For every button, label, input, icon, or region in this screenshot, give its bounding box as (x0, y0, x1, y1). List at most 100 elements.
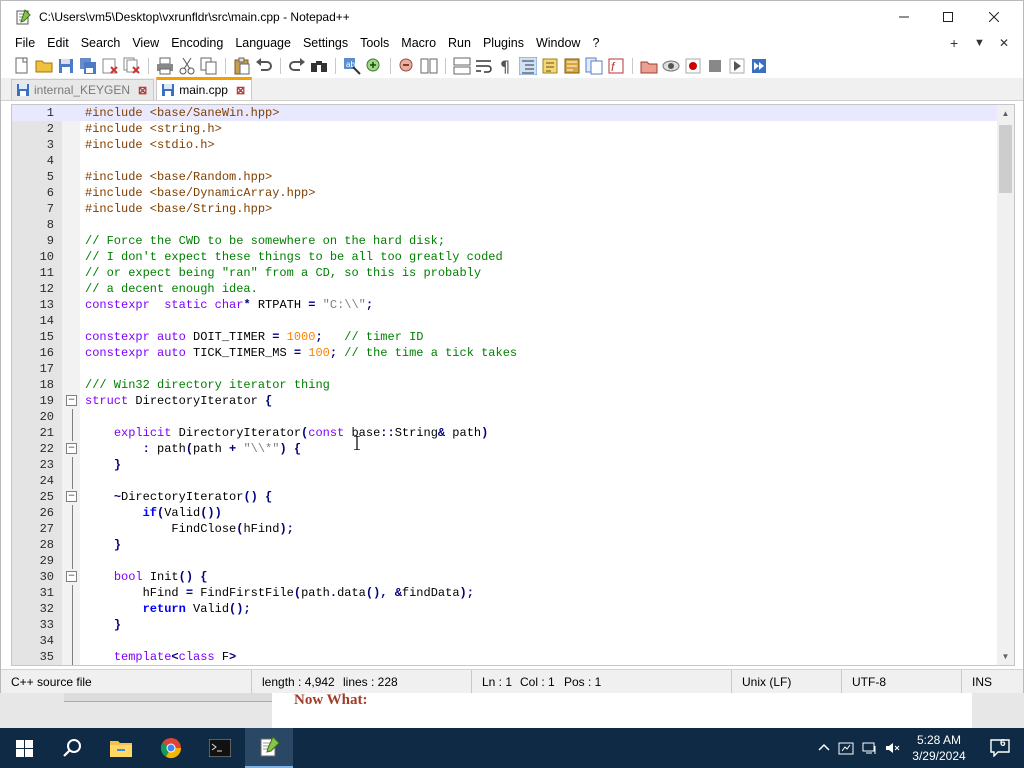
close-tab-icon[interactable]: ⊠ (236, 84, 245, 97)
record-macro-button[interactable] (662, 57, 680, 75)
close-all-button[interactable] (123, 57, 141, 75)
security-tray-icon[interactable] (838, 740, 854, 756)
terminal-button[interactable] (196, 728, 244, 768)
show-hidden-icons-icon[interactable] (816, 740, 832, 756)
code-line[interactable]: 16 constexpr auto TICK_TIMER_MS = 100; //… (12, 345, 998, 361)
code-line[interactable]: 4 (12, 153, 998, 169)
menu-window[interactable]: Window (530, 32, 586, 54)
monitoring-button[interactable] (640, 57, 658, 75)
code-line[interactable]: 23 } (12, 457, 998, 473)
menu-view[interactable]: View (126, 32, 165, 54)
tab-list-dropdown-button[interactable]: ▼ (974, 32, 985, 54)
scrollbar-thumb[interactable] (999, 125, 1012, 193)
folder-workspace-button[interactable]: f (607, 57, 625, 75)
code-line[interactable]: 30 − bool Init() { (12, 569, 998, 585)
code-line[interactable]: 20 (12, 409, 998, 425)
redo-button[interactable] (288, 57, 306, 75)
fold-toggle-icon[interactable]: − (66, 395, 77, 406)
tab-internal-keygen[interactable]: internal_KEYGEN ⊠ (11, 79, 155, 100)
file-explorer-button[interactable] (97, 728, 145, 768)
vertical-scrollbar[interactable]: ▲ ▼ (997, 105, 1014, 665)
menu-plugins[interactable]: Plugins (477, 32, 530, 54)
code-line[interactable]: 25 − ~DirectoryIterator() { (12, 489, 998, 505)
code-line[interactable]: 8 (12, 217, 998, 233)
code-line[interactable]: 5 #include <base/Random.hpp> (12, 169, 998, 185)
status-col[interactable]: Col : 1 (510, 670, 555, 694)
code-line[interactable]: 14 (12, 313, 998, 329)
code-line[interactable]: 27 FindClose(hFind); (12, 521, 998, 537)
cut-button[interactable] (178, 57, 196, 75)
status-encoding[interactable]: UTF-8 (841, 670, 886, 694)
code-line[interactable]: 24 (12, 473, 998, 489)
code-line[interactable]: 2 #include <string.h> (12, 121, 998, 137)
code-line[interactable]: 11 // or expect being "ran" from a CD, so… (12, 265, 998, 281)
code-line[interactable]: 18 /// Win32 directory iterator thing (12, 377, 998, 393)
menu-macro[interactable]: Macro (395, 32, 442, 54)
close-window-button[interactable] (971, 1, 1017, 32)
menu-run[interactable]: Run (442, 32, 477, 54)
fold-toggle-icon[interactable]: − (66, 571, 77, 582)
code-line[interactable]: 26 if(Valid()) (12, 505, 998, 521)
code-line[interactable]: 7 #include <base/String.hpp> (12, 201, 998, 217)
zoom-in-button[interactable] (365, 57, 383, 75)
start-button[interactable] (0, 728, 48, 768)
code-line[interactable]: 33 } (12, 617, 998, 633)
code-line[interactable]: 29 (12, 553, 998, 569)
scroll-up-icon[interactable]: ▲ (997, 105, 1014, 122)
show-all-chars-button[interactable]: ¶ (497, 57, 515, 75)
code-line[interactable]: 17 (12, 361, 998, 377)
save-button[interactable] (57, 57, 75, 75)
close-tab-icon[interactable]: ⊠ (138, 84, 147, 97)
new-file-button[interactable] (13, 57, 31, 75)
status-eol[interactable]: Unix (LF) (731, 670, 791, 694)
close-button[interactable] (101, 57, 119, 75)
open-file-button[interactable] (35, 57, 53, 75)
menu-search[interactable]: Search (75, 32, 127, 54)
zoom-out-button[interactable] (398, 57, 416, 75)
menu-tools[interactable]: Tools (354, 32, 395, 54)
replace-button[interactable]: ab (343, 57, 361, 75)
code-line[interactable]: 19 − struct DirectoryIterator { (12, 393, 998, 409)
volume-muted-icon[interactable] (884, 740, 900, 756)
paste-button[interactable] (233, 57, 251, 75)
sync-horizontal-button[interactable] (453, 57, 471, 75)
code-line[interactable]: 9 // Force the CWD to be somewhere on the… (12, 233, 998, 249)
status-ln[interactable]: Ln : 1 (471, 670, 512, 694)
function-list-button[interactable] (585, 57, 603, 75)
run-macro-multiple-button[interactable] (728, 57, 746, 75)
notepadpp-taskbar-button[interactable] (245, 728, 293, 768)
status-insert-mode[interactable]: INS (961, 670, 992, 694)
scroll-down-icon[interactable]: ▼ (997, 648, 1014, 665)
network-icon[interactable] (862, 740, 878, 756)
code-line[interactable]: 13 constexpr static char* RTPATH = "C:\\"… (12, 297, 998, 313)
menu-file[interactable]: File (9, 32, 41, 54)
code-line[interactable]: 6 #include <base/DynamicArray.hpp> (12, 185, 998, 201)
undo-button[interactable] (255, 57, 273, 75)
stop-macro-button[interactable] (684, 57, 702, 75)
document-map-button[interactable] (563, 57, 581, 75)
indent-guide-button[interactable] (519, 57, 537, 75)
minimize-button[interactable] (881, 1, 927, 32)
find-button[interactable] (310, 57, 328, 75)
title-bar[interactable]: C:\Users\vm5\Desktop\vxrunfldr\src\main.… (1, 1, 1023, 32)
search-button[interactable] (48, 728, 96, 768)
code-line[interactable]: 3 #include <stdio.h> (12, 137, 998, 153)
word-wrap-button[interactable] (475, 57, 493, 75)
chrome-button[interactable] (147, 728, 195, 768)
fold-toggle-icon[interactable]: − (66, 443, 77, 454)
status-pos[interactable]: Pos : 1 (554, 670, 601, 694)
code-line[interactable]: 32 return Valid(); (12, 601, 998, 617)
fold-toggle-icon[interactable]: − (66, 491, 77, 502)
menu-settings[interactable]: Settings (297, 32, 354, 54)
tab-main-cpp[interactable]: main.cpp ⊠ (156, 77, 253, 100)
code-line[interactable]: 34 (12, 633, 998, 649)
save-all-button[interactable] (79, 57, 97, 75)
print-button[interactable] (156, 57, 174, 75)
code-line[interactable]: 35 template<class F> (12, 649, 998, 665)
code-line[interactable]: 12 // a decent enough idea. (12, 281, 998, 297)
menu-edit[interactable]: Edit (41, 32, 75, 54)
close-document-button[interactable]: ✕ (999, 32, 1009, 54)
menu-language[interactable]: Language (229, 32, 297, 54)
play-macro-button[interactable] (706, 57, 724, 75)
udl-button[interactable] (541, 57, 559, 75)
